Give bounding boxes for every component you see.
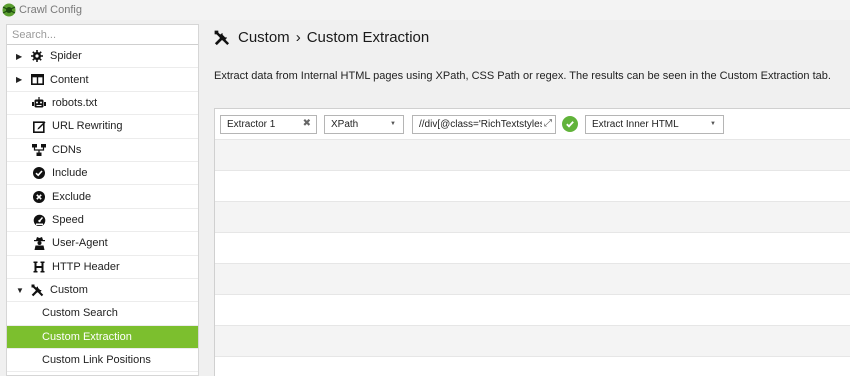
empty-row xyxy=(215,357,850,376)
empty-row xyxy=(215,140,850,171)
content-icon xyxy=(30,73,44,87)
extractor-row: Extractor 1 ✖ XPath ▼ //div[@class='Rich… xyxy=(215,109,850,140)
check-circle-icon xyxy=(32,166,46,180)
breadcrumb: Custom › Custom Extraction xyxy=(214,29,429,46)
page-description: Extract data from Internal HTML pages us… xyxy=(214,70,831,82)
sidebar: ▶ Spider ▶ Content robots.txt URL Rewrit… xyxy=(6,24,199,376)
extraction-mode-value: Extract Inner HTML xyxy=(592,118,679,130)
empty-row xyxy=(215,202,850,233)
sidebar-item-label: Include xyxy=(52,167,88,180)
gear-icon xyxy=(30,49,44,63)
sidebar-item-http-header[interactable]: HTTP Header xyxy=(7,256,198,279)
extractor-type-value: XPath xyxy=(331,118,359,130)
sidebar-item-label: CDNs xyxy=(52,143,82,156)
sidebar-item-cdns[interactable]: CDNs xyxy=(7,139,198,162)
tools-icon xyxy=(214,30,230,45)
sidebar-item-label: Spider xyxy=(50,50,82,63)
extractor-name-value: Extractor 1 xyxy=(227,118,276,130)
sidebar-item-label: HTTP Header xyxy=(52,260,120,273)
sidebar-item-custom-search[interactable]: Custom Search xyxy=(7,302,198,326)
sidebar-item-speed[interactable]: Speed xyxy=(7,209,198,233)
extractor-type-dropdown[interactable]: XPath ▼ xyxy=(324,114,404,134)
x-circle-icon xyxy=(32,190,46,204)
breadcrumb-parent: Custom xyxy=(238,29,290,46)
sidebar-item-url-rewriting[interactable]: URL Rewriting xyxy=(7,115,198,139)
edit-icon xyxy=(32,119,46,133)
clear-icon[interactable]: ✖ xyxy=(303,118,311,129)
sidebar-item-custom[interactable]: ▼ Custom xyxy=(7,279,198,303)
spider-logo-icon xyxy=(2,3,16,17)
user-secret-icon xyxy=(32,236,46,250)
empty-row xyxy=(215,171,850,202)
chevron-down-icon: ▼ xyxy=(710,120,716,127)
extractors-table: Extractor 1 ✖ XPath ▼ //div[@class='Rich… xyxy=(214,108,850,376)
search-box xyxy=(7,25,198,45)
page-title: Custom Extraction xyxy=(306,29,430,46)
window-title: Crawl Config xyxy=(19,4,82,16)
h-icon xyxy=(32,260,46,274)
sidebar-item-include[interactable]: Include xyxy=(7,162,198,186)
empty-row xyxy=(215,326,850,357)
network-icon xyxy=(32,143,46,157)
title-bar: Crawl Config xyxy=(0,0,850,20)
extractor-expression-value: //div[@class='RichTextstyles xyxy=(419,118,545,130)
sidebar-item-exclude[interactable]: Exclude xyxy=(7,185,198,209)
sidebar-item-label: robots.txt xyxy=(52,96,98,109)
empty-row xyxy=(215,233,850,264)
tools-icon xyxy=(30,283,44,297)
sidebar-item-custom-extraction[interactable]: Custom Extraction xyxy=(7,325,198,350)
empty-row xyxy=(215,295,850,326)
sidebar-item-user-agent[interactable]: User-Agent xyxy=(7,232,198,256)
expand-icon[interactable]: ⤢ xyxy=(542,117,552,129)
robot-icon xyxy=(32,96,46,110)
sidebar-item-spider[interactable]: ▶ Spider xyxy=(7,45,198,69)
extractor-expression-field[interactable]: //div[@class='RichTextstyles ⤢ xyxy=(412,114,556,134)
sidebar-item-label: Content xyxy=(50,73,89,86)
sidebar-item-label: Custom Link Positions xyxy=(42,354,151,367)
speedometer-icon xyxy=(32,213,46,227)
sidebar-item-content[interactable]: ▶ Content xyxy=(7,68,198,92)
sidebar-item-label: Custom Extraction xyxy=(42,330,132,343)
expand-arrow-icon[interactable]: ▶ xyxy=(16,75,25,84)
collapse-arrow-icon[interactable]: ▼ xyxy=(16,286,25,295)
empty-row xyxy=(215,264,850,295)
sidebar-item-label: URL Rewriting xyxy=(52,120,123,133)
main-panel: Custom › Custom Extraction Extract data … xyxy=(200,20,850,376)
extractor-name-field[interactable]: Extractor 1 ✖ xyxy=(220,114,317,134)
extraction-mode-dropdown[interactable]: Extract Inner HTML ▼ xyxy=(585,114,724,134)
sidebar-item-label: Exclude xyxy=(52,190,92,203)
breadcrumb-separator: › xyxy=(295,29,301,46)
valid-check-icon xyxy=(562,116,578,132)
chevron-down-icon: ▼ xyxy=(390,120,396,127)
sidebar-item-label: User-Agent xyxy=(52,237,108,250)
sidebar-item-label: Speed xyxy=(52,213,84,226)
search-input[interactable] xyxy=(12,28,198,41)
sidebar-item-label: Custom Search xyxy=(42,307,118,320)
expand-arrow-icon[interactable]: ▶ xyxy=(16,52,25,61)
sidebar-item-custom-link-positions[interactable]: Custom Link Positions xyxy=(7,349,198,373)
sidebar-item-label: Custom xyxy=(50,284,88,297)
sidebar-item-robots-txt[interactable]: robots.txt xyxy=(7,92,198,116)
